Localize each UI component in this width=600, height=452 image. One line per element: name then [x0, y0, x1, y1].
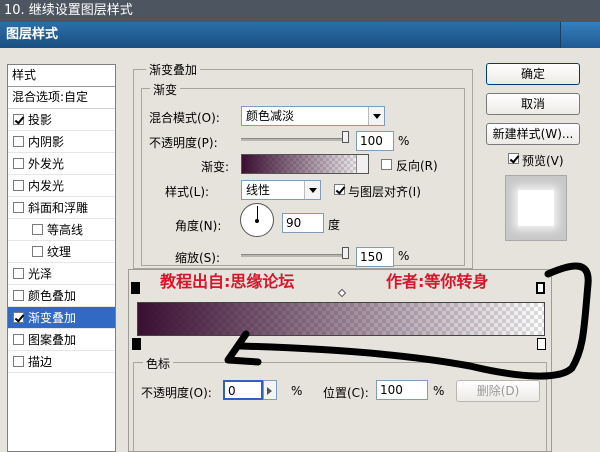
close-button[interactable]: [560, 22, 600, 48]
arrow-shaft: [236, 262, 592, 380]
dialog-title: 图层样式: [6, 27, 59, 42]
layer-style-dialog: 样式 混合选项:自定 投影 内阴影 外发光 内发光 斜面和浮雕 等高线 纹理 光…: [0, 48, 600, 452]
image-caption: 10. 继续设置图层样式: [0, 0, 600, 22]
dialog-title-bar: 图层样式: [0, 22, 600, 48]
hand-drawn-arrow-icon: [224, 262, 592, 380]
